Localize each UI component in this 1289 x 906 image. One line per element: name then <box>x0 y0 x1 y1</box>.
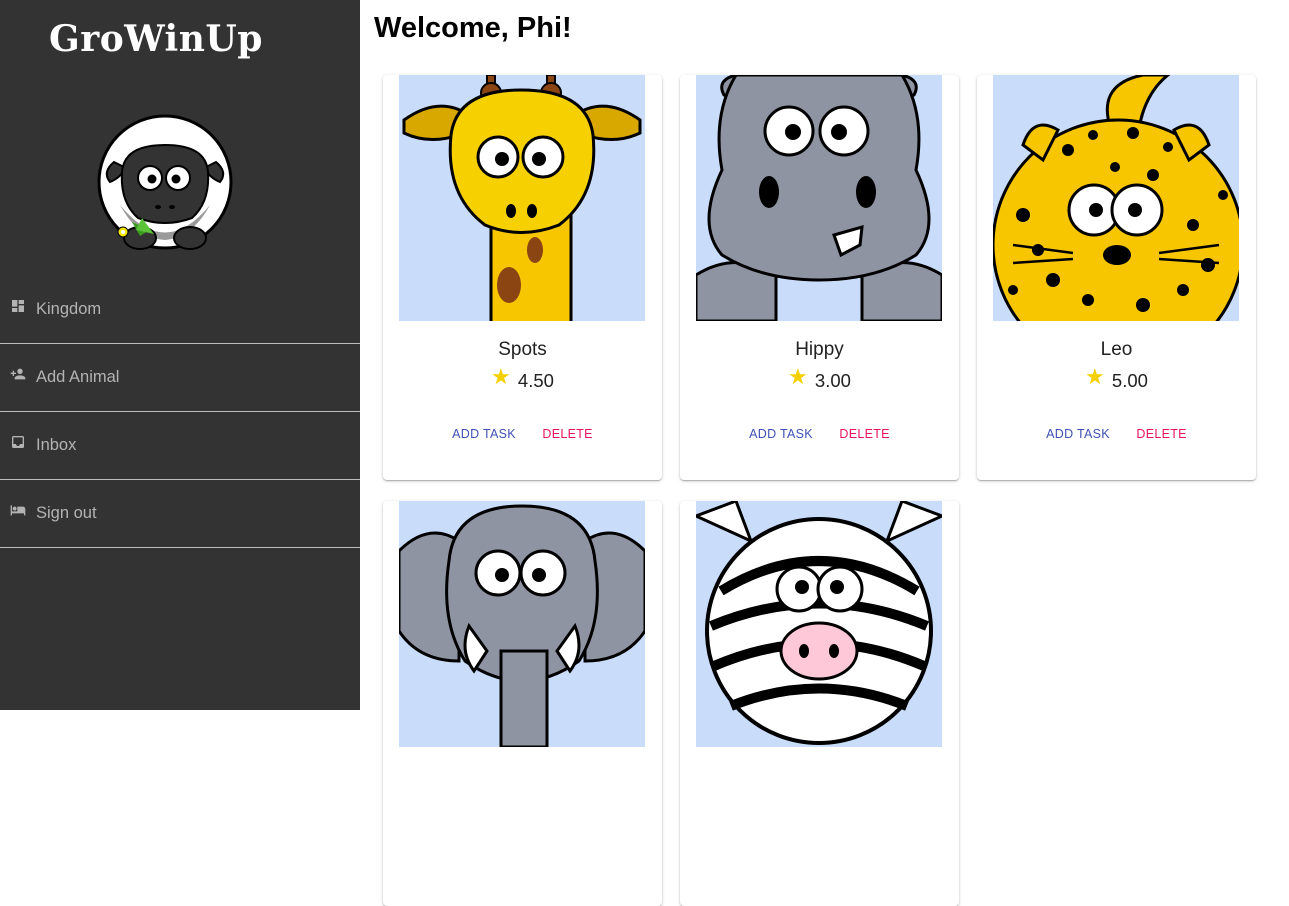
rating-value: 5.00 <box>1111 370 1148 391</box>
sidebar-item-add-animal[interactable]: Add Animal <box>0 344 360 412</box>
animal-card: Spots ★ 4.50 ADD TASK DELETE <box>383 75 662 480</box>
sidebar-item-label: Inbox <box>36 436 77 454</box>
card-actions: ADD TASK DELETE <box>383 425 662 443</box>
delete-button[interactable]: DELETE <box>542 427 592 441</box>
sidebar-item-label: Kingdom <box>36 300 102 318</box>
sidebar-item-kingdom[interactable]: Kingdom <box>0 276 360 344</box>
animal-card: Hippy ★ 3.00 ADD TASK DELETE <box>680 75 959 480</box>
card-actions: ADD TASK DELETE <box>680 425 959 443</box>
animal-image <box>399 501 645 747</box>
animal-card <box>383 501 662 906</box>
sidebar-item-label: Sign out <box>36 504 97 522</box>
sidebar-item-sign-out[interactable]: Sign out <box>0 480 360 548</box>
animal-rating: ★ 3.00 <box>680 364 959 393</box>
sidebar: GroWinUp Kingdom Add Animal Inbox Sign o… <box>0 0 360 710</box>
animal-name: Spots <box>498 339 547 360</box>
animal-name: Hippy <box>795 339 844 360</box>
person-add-icon <box>10 368 26 380</box>
elephant-image <box>399 501 645 747</box>
animal-rating: ★ 5.00 <box>977 364 1256 393</box>
zebra-image <box>696 501 942 747</box>
card-actions: ADD TASK DELETE <box>977 425 1256 443</box>
dashboard-icon <box>12 300 24 312</box>
leopard-image <box>993 75 1239 321</box>
sidebar-item-label: Add Animal <box>36 368 120 386</box>
add-task-button[interactable]: ADD TASK <box>1046 427 1110 441</box>
animal-card <box>680 501 959 906</box>
delete-button[interactable]: DELETE <box>839 427 889 441</box>
sheep-avatar <box>97 114 233 250</box>
animal-image <box>399 75 645 321</box>
sidebar-item-inbox[interactable]: Inbox <box>0 412 360 480</box>
animal-card: Leo ★ 5.00 ADD TASK DELETE <box>977 75 1256 480</box>
rating-value: 3.00 <box>814 370 851 391</box>
page-title: Welcome, Phi! <box>374 12 572 44</box>
bed-icon <box>10 505 26 516</box>
main-content: Welcome, Phi! Spots ★ 4.50 ADD TASK DELE… <box>360 0 1289 906</box>
star-icon: ★ <box>788 364 808 389</box>
brand-logo: GroWinUp <box>49 18 263 60</box>
animal-image <box>696 501 942 747</box>
delete-button[interactable]: DELETE <box>1136 427 1186 441</box>
animal-rating: ★ 4.50 <box>383 364 662 393</box>
animal-name: Leo <box>1100 339 1133 360</box>
animal-image <box>696 75 942 321</box>
rating-value: 4.50 <box>517 370 554 391</box>
add-task-button[interactable]: ADD TASK <box>452 427 516 441</box>
add-task-button[interactable]: ADD TASK <box>749 427 813 441</box>
sidebar-nav: Kingdom Add Animal Inbox Sign out <box>0 276 360 548</box>
giraffe-image <box>399 75 645 321</box>
star-icon: ★ <box>491 364 511 389</box>
star-icon: ★ <box>1085 364 1105 389</box>
inbox-icon <box>12 436 24 448</box>
animal-image <box>993 75 1239 321</box>
hippo-image <box>696 75 942 321</box>
